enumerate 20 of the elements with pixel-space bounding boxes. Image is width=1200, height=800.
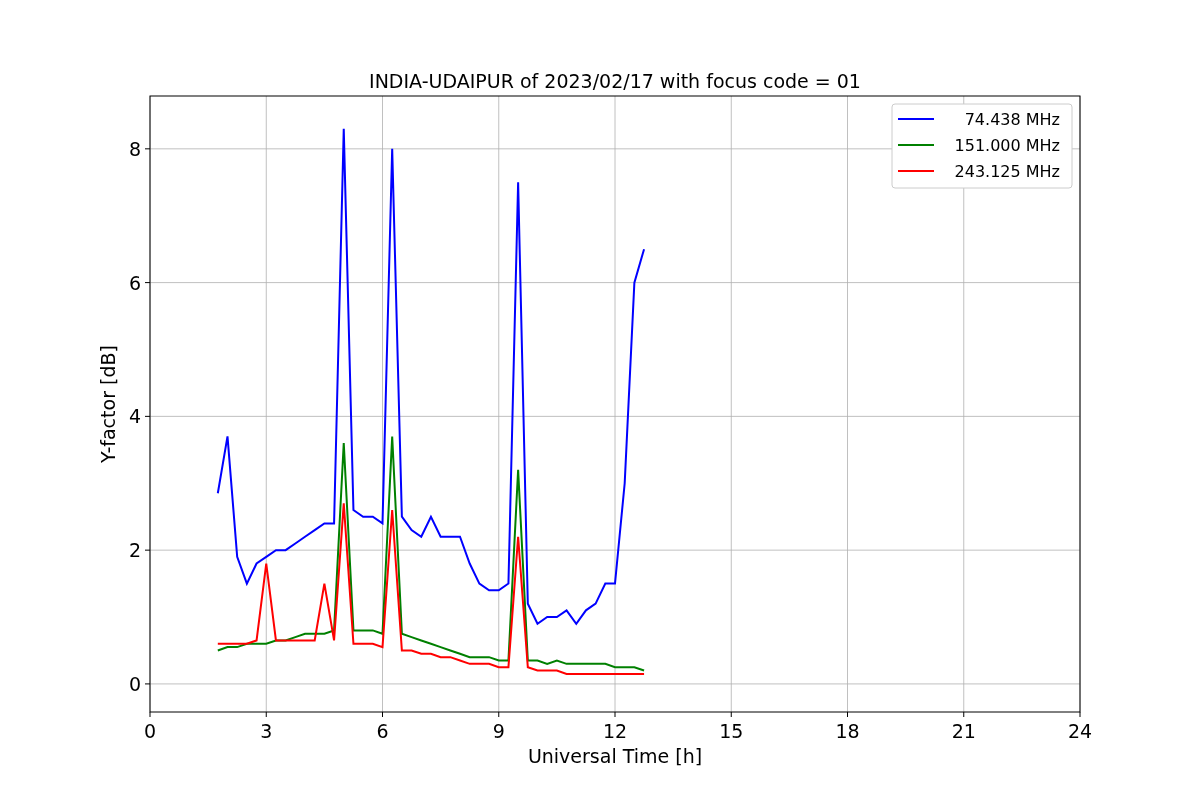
x-axis-label: Universal Time [h] (527, 745, 703, 767)
x-tick-label: 3 (260, 720, 273, 742)
x-tick-label: 0 (143, 720, 157, 742)
y-tick-label: 6 (128, 271, 141, 294)
x-tick-label: 15 (719, 720, 744, 742)
x-tick-label: 21 (951, 720, 976, 742)
legend-label: 243.125 MHz (954, 162, 1060, 181)
legend-label: 151.000 MHz (954, 136, 1060, 155)
x-tick-label: 18 (835, 720, 860, 742)
y-tick-label: 2 (128, 539, 141, 562)
chart-title: INDIA-UDAIPUR of 2023/02/17 with focus code = 01 (369, 70, 861, 92)
y-axis-label: Y-factor [dB] (97, 345, 119, 463)
y-tick-label: 0 (128, 672, 141, 695)
x-tick-label: 24 (1067, 720, 1093, 742)
x-tick-label: 9 (492, 720, 505, 742)
x-tick-label: 12 (602, 720, 628, 742)
y-tick-label: 4 (128, 405, 141, 428)
legend-label: 74.438 MHz (964, 110, 1060, 129)
y-tick-label: 8 (128, 137, 141, 160)
x-tick-label: 6 (376, 720, 389, 742)
